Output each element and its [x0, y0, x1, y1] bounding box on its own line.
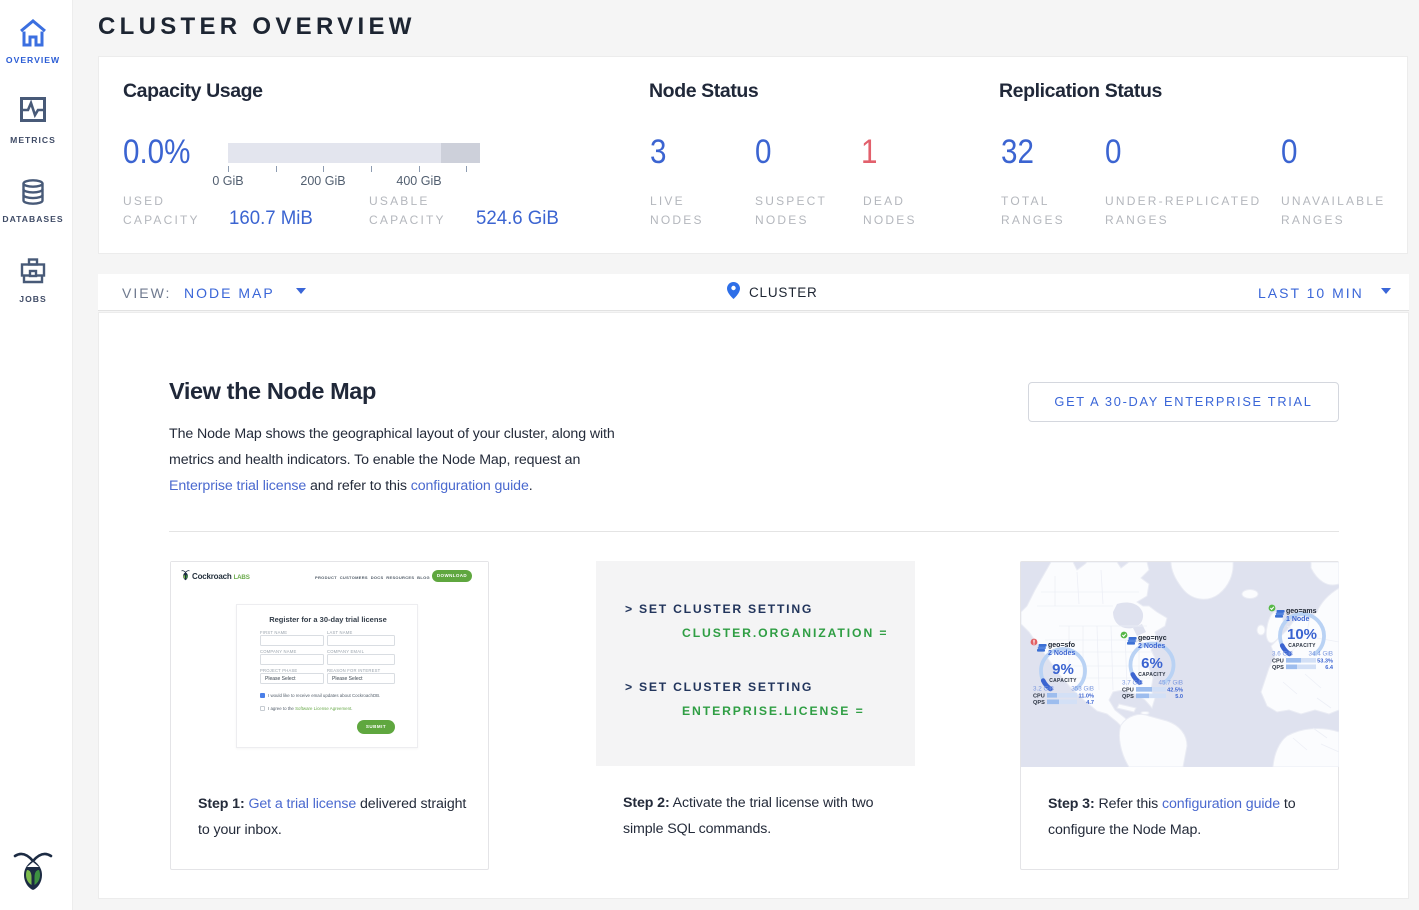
svg-text:5.0: 5.0: [1175, 694, 1183, 700]
svg-text:2 Nodes: 2 Nodes: [1048, 650, 1075, 657]
svg-text:6%: 6%: [1141, 655, 1163, 672]
svg-text:9%: 9%: [1052, 661, 1074, 678]
svg-text:CAPACITY: CAPACITY: [1138, 672, 1166, 678]
svg-text:3.2 GiB: 3.2 GiB: [1033, 686, 1054, 693]
svg-text:CPU: CPU: [1272, 659, 1284, 665]
svg-text:CPU: CPU: [1033, 694, 1045, 700]
svg-text:3.7 GiB: 3.7 GiB: [1122, 680, 1143, 687]
svg-text:45.7 GiB: 45.7 GiB: [1158, 680, 1183, 687]
svg-text:2 Nodes: 2 Nodes: [1138, 643, 1165, 650]
svg-text:34.4 GiB: 34.4 GiB: [1308, 651, 1333, 658]
svg-text:42.5%: 42.5%: [1167, 688, 1183, 694]
svg-text:CPU: CPU: [1122, 688, 1134, 694]
svg-text:11.0%: 11.0%: [1078, 694, 1094, 700]
svg-text:geo=sfo: geo=sfo: [1048, 642, 1075, 649]
svg-text:QPS: QPS: [1033, 700, 1045, 706]
svg-text:3.6 GiB: 3.6 GiB: [1272, 651, 1293, 658]
svg-text:geo=nyc: geo=nyc: [1138, 635, 1167, 642]
svg-text:10%: 10%: [1287, 626, 1317, 643]
svg-text:CAPACITY: CAPACITY: [1049, 678, 1077, 684]
svg-text:353 GiB: 353 GiB: [1071, 686, 1094, 693]
svg-text:geo=ams: geo=ams: [1286, 608, 1317, 615]
svg-text:QPS: QPS: [1272, 665, 1284, 671]
svg-text:6.4: 6.4: [1325, 665, 1334, 671]
svg-text:1 Node: 1 Node: [1286, 616, 1309, 623]
svg-text:QPS: QPS: [1122, 694, 1134, 700]
svg-text:4.7: 4.7: [1086, 700, 1094, 706]
svg-text:CAPACITY: CAPACITY: [1288, 643, 1316, 649]
svg-text:53.3%: 53.3%: [1317, 659, 1333, 665]
